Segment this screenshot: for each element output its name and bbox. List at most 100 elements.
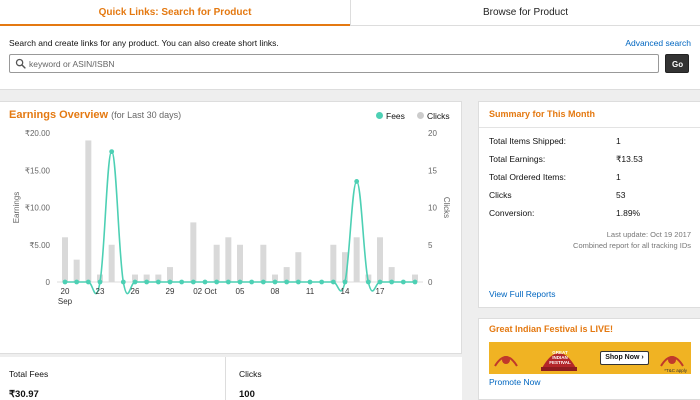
y2-tick-label: 0 (428, 278, 433, 287)
x-tick-label: 23 (96, 287, 105, 296)
clicks-bar (377, 237, 383, 282)
clicks-bar (330, 244, 337, 282)
summary-value: 1.89% (616, 208, 641, 218)
combined-report-text: Combined report for all tracking IDs (573, 241, 691, 250)
x-tick-label: 20 (61, 287, 70, 296)
x-tick-label: 11 (306, 287, 315, 296)
summary-value: 1 (616, 172, 621, 182)
fees-point (74, 279, 80, 285)
x-month-label: Sep (58, 297, 73, 306)
y-tick-label: 0 (46, 278, 51, 287)
x-tick-label: 05 (236, 287, 245, 296)
search-box[interactable] (9, 54, 659, 73)
summary-row-ordered-items: Total Ordered Items: 1 (489, 172, 689, 182)
y2-tick-label: 15 (428, 166, 437, 175)
fees-point (354, 179, 360, 184)
search-description: Search and create links for any product.… (9, 38, 279, 48)
last-update-text: Last update: Oct 19 2017 (606, 230, 691, 239)
fees-point (202, 279, 208, 285)
fees-point (365, 279, 371, 285)
advanced-search-link[interactable]: Advanced search (625, 38, 691, 48)
total-fees-panel: Total Fees ₹30.97 (0, 357, 226, 400)
y2-tick-label: 5 (428, 241, 433, 250)
y-tick-label: ₹10.00 (25, 204, 51, 213)
search-input[interactable] (29, 57, 649, 70)
terms-apply-text: *T&C apply (664, 368, 687, 373)
summary-divider (479, 127, 700, 128)
y-tick-label: ₹20.00 (25, 129, 51, 138)
fees-point (109, 149, 115, 155)
summary-card: Summary for This Month Total Items Shipp… (478, 101, 700, 308)
fees-point (307, 279, 313, 285)
x-tick-label: 17 (376, 287, 385, 296)
festival-banner[interactable]: GREAT INDIAN FESTIVAL Shop Now › *T&C ap… (489, 342, 691, 374)
total-fees-label: Total Fees (9, 369, 49, 379)
tab-browse-product[interactable]: Browse for Product (350, 0, 700, 26)
clicks-bar (260, 244, 267, 282)
fees-point (214, 279, 220, 285)
fees-point (400, 279, 406, 285)
fees-point (155, 279, 161, 285)
summary-label: Total Items Shipped: (489, 136, 567, 146)
clicks-bar (295, 252, 302, 282)
summary-row-items-shipped: Total Items Shipped: 1 (489, 136, 689, 146)
clicks-bar (62, 237, 68, 282)
clicks-bar (237, 244, 243, 282)
earnings-overview-card: Earnings Overview (for Last 30 days) Fee… (0, 101, 462, 354)
shop-now-button[interactable]: Shop Now › (600, 351, 649, 365)
fees-point (144, 279, 150, 285)
promo-title: Great Indian Festival is LIVE! (489, 324, 614, 334)
summary-title: Summary for This Month (489, 109, 596, 119)
clicks-bar (108, 244, 115, 282)
x-tick-label: 29 (166, 287, 175, 296)
promo-card: Great Indian Festival is LIVE! GREAT IND… (478, 318, 700, 400)
clicks-bar (225, 237, 232, 282)
clicks-bar (213, 244, 220, 282)
summary-row-total-earnings: Total Earnings: ₹13.53 (489, 154, 689, 164)
go-button[interactable]: Go (665, 54, 689, 73)
total-clicks-value: 100 (239, 389, 255, 400)
y-tick-label: ₹15.00 (25, 166, 51, 175)
fees-point (260, 279, 266, 285)
x-tick-label: 26 (131, 287, 140, 296)
summary-row-conversion: Conversion: 1.89% (489, 208, 689, 218)
x-tick-label: 02 Oct (193, 287, 217, 296)
fees-point (97, 279, 103, 285)
summary-value: 53 (616, 190, 626, 200)
summary-label: Clicks (489, 190, 512, 200)
promote-now-link[interactable]: Promote Now (489, 377, 541, 387)
fees-point (377, 279, 383, 285)
fees-point (167, 279, 173, 285)
y2-tick-label: 10 (428, 204, 437, 213)
fees-point (249, 279, 255, 285)
clicks-bar (190, 222, 197, 282)
fees-point (190, 279, 196, 285)
fees-point (120, 279, 126, 285)
summary-value: ₹13.53 (616, 154, 643, 164)
y2-axis-title: Clicks (442, 197, 451, 218)
x-tick-label: 14 (341, 287, 350, 296)
earnings-chart: ₹20.00 ₹15.00 ₹10.00 ₹5.00 0 20 15 10 5 0 Earnings… (12, 129, 451, 306)
clicks-bar (73, 259, 80, 282)
fees-point (179, 279, 185, 285)
summary-label: Total Earnings: (489, 154, 546, 164)
tab-quick-links[interactable]: Quick Links: Search for Product (0, 0, 350, 26)
fees-point (237, 279, 243, 285)
fees-point (225, 279, 231, 285)
view-full-reports-link[interactable]: View Full Reports (489, 289, 555, 299)
y-tick-label: ₹5.00 (29, 241, 50, 250)
shop-now-label: Shop Now (605, 354, 640, 361)
fees-point (295, 279, 301, 285)
summary-label: Conversion: (489, 208, 535, 218)
y2-tick-label: 20 (428, 129, 437, 138)
ornament-icon (660, 356, 684, 367)
total-clicks-panel: Clicks 100 (226, 357, 462, 400)
fees-point (284, 279, 290, 285)
festival-logo-text: GREAT INDIAN FESTIVAL (549, 350, 571, 365)
fees-point (389, 279, 395, 285)
y-axis-title: Earnings (12, 192, 21, 224)
search-icon (15, 58, 26, 69)
search-panel: Quick Links: Search for Product Browse f… (0, 0, 700, 90)
fees-point (132, 279, 138, 285)
summary-row-clicks: Clicks 53 (489, 190, 689, 200)
